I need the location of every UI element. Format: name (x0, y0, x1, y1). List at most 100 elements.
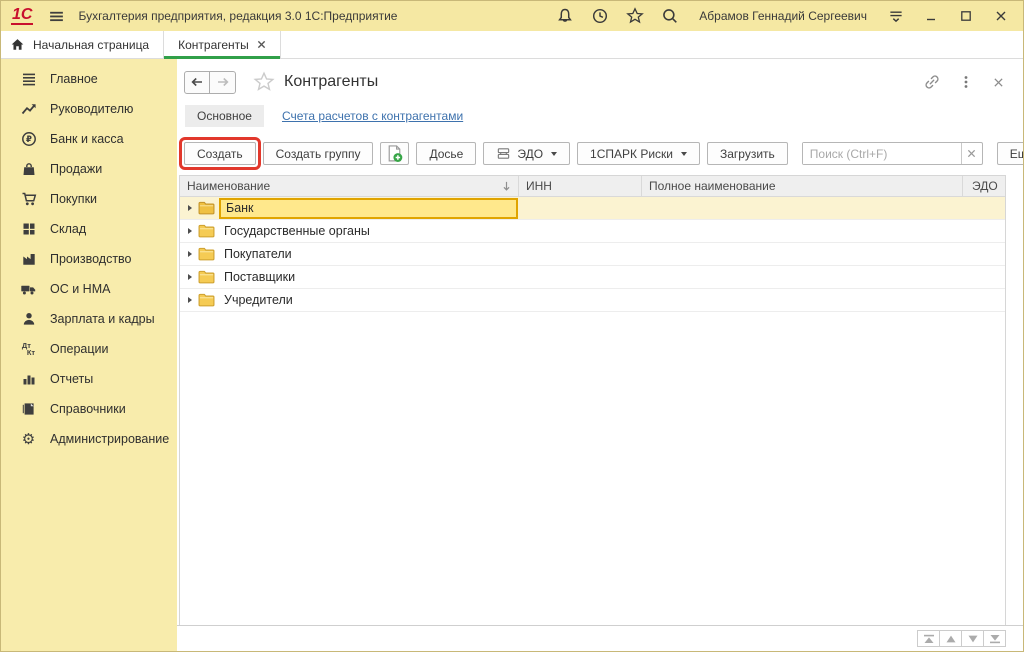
sidebar-item-purchases[interactable]: Покупки (1, 184, 177, 214)
history-icon[interactable] (590, 6, 610, 26)
add-to-favorites-star-icon[interactable] (253, 71, 275, 93)
sidebar-item-label: Главное (50, 72, 98, 86)
new-document-plus-icon (385, 144, 404, 163)
forward-button[interactable] (210, 72, 235, 93)
sidebar-item-label: Производство (50, 252, 132, 266)
tab-home-label: Начальная страница (33, 38, 149, 52)
close-form-icon[interactable] (992, 76, 1005, 89)
global-search-icon[interactable] (660, 6, 680, 26)
sidebar-item-main[interactable]: Главное (1, 64, 177, 94)
favorites-star-icon[interactable] (625, 6, 645, 26)
factory-icon (20, 251, 37, 268)
expand-triangle-icon[interactable] (188, 297, 192, 303)
more-actions-button[interactable]: Еще (997, 142, 1024, 165)
column-header-name[interactable]: Наименование (180, 176, 519, 196)
tab-home-page[interactable]: Начальная страница (1, 31, 164, 58)
more-menu-kebab-icon[interactable] (959, 74, 973, 90)
sidebar-item-catalogs[interactable]: Справочники (1, 394, 177, 424)
minimize-button[interactable] (921, 6, 941, 26)
sections-panel: Главное Руководителю ₽ Банк и касса Прод… (1, 59, 177, 651)
back-button[interactable] (185, 72, 210, 93)
create-group-button[interactable]: Создать группу (263, 142, 374, 165)
table-row-founders[interactable]: Учредители (180, 289, 1005, 312)
column-header-inn[interactable]: ИНН (519, 176, 642, 196)
sidebar-item-bank-cash[interactable]: ₽ Банк и касса (1, 124, 177, 154)
user-name[interactable]: Абрамов Геннадий Сергеевич (699, 9, 867, 23)
search-clear-icon[interactable] (961, 143, 982, 164)
edo-dropdown-button[interactable]: ЭДО (483, 142, 570, 165)
sidebar-item-payroll-hr[interactable]: Зарплата и кадры (1, 304, 177, 334)
expand-triangle-icon[interactable] (188, 251, 192, 257)
column-header-edo[interactable]: ЭДО (963, 176, 1005, 196)
dossier-button[interactable]: Досье (416, 142, 476, 165)
expand-triangle-icon[interactable] (188, 274, 192, 280)
search-input[interactable] (803, 143, 961, 164)
view-tab-main[interactable]: Основное (185, 105, 264, 127)
tab-close-icon[interactable] (257, 40, 266, 49)
search-box (802, 142, 983, 165)
sidebar-item-warehouse[interactable]: Склад (1, 214, 177, 244)
table-row-state-bodies[interactable]: Государственные органы (180, 220, 1005, 243)
sidebar-item-label: Зарплата и кадры (50, 312, 155, 326)
counterparties-form: Контрагенты Основное Счета расчетов с ко… (177, 59, 1023, 651)
1c-logo: 1С (11, 7, 33, 25)
go-to-top-button[interactable] (917, 630, 940, 647)
bar-chart-icon (20, 371, 37, 388)
expand-triangle-icon[interactable] (188, 205, 192, 211)
table-header: Наименование ИНН Полное наименование ЭДО (180, 176, 1005, 197)
go-to-bottom-button[interactable] (983, 630, 1006, 647)
sidebar-item-label: Продажи (50, 162, 102, 176)
sidebar-item-label: Администрирование (50, 432, 169, 446)
sidebar-item-fixed-assets[interactable]: ОС и НМА (1, 274, 177, 304)
trend-chart-icon (20, 101, 37, 118)
sidebar-item-sales[interactable]: Продажи (1, 154, 177, 184)
book-icon (20, 401, 37, 418)
sidebar-item-production[interactable]: Производство (1, 244, 177, 274)
svg-text:₽: ₽ (26, 135, 32, 145)
table-row-buyers[interactable]: Покупатели (180, 243, 1005, 266)
close-window-button[interactable] (991, 6, 1011, 26)
dt-kt-icon: ДтКт (20, 341, 37, 358)
sidebar-item-administration[interactable]: ⚙ Администрирование (1, 424, 177, 454)
selected-cell[interactable]: Банк (219, 198, 518, 219)
table-row-bank[interactable]: Банк (180, 197, 1005, 220)
notifications-bell-icon[interactable] (555, 6, 575, 26)
expand-triangle-icon[interactable] (188, 228, 192, 234)
sidebar-item-label: Покупки (50, 192, 97, 206)
create-new-element-icon-button[interactable] (380, 142, 409, 165)
settlement-accounts-link[interactable]: Счета расчетов с контрагентами (282, 109, 463, 123)
table-empty-area (180, 312, 1005, 625)
bag-icon (20, 161, 37, 178)
truck-icon (20, 281, 37, 298)
chevron-down-icon (551, 152, 557, 156)
folder-icon (198, 247, 215, 261)
open-windows-tabbar: Начальная страница Контрагенты (1, 31, 1023, 59)
sidebar-item-operations[interactable]: ДтКт Операции (1, 334, 177, 364)
table-row-suppliers[interactable]: Поставщики (180, 266, 1005, 289)
spark-risks-dropdown-button[interactable]: 1СПАРК Риски (577, 142, 700, 165)
table-footer-bar (177, 625, 1023, 651)
column-header-full-name[interactable]: Полное наименование (642, 176, 963, 196)
sidebar-item-reports[interactable]: Отчеты (1, 364, 177, 394)
application-window: 1С Бухгалтерия предприятия, редакция 3.0… (0, 0, 1024, 652)
chevron-down-icon (681, 152, 687, 156)
main-menu-icon[interactable] (46, 6, 66, 26)
get-link-icon[interactable] (924, 74, 940, 90)
command-bar: Создать Создать группу Досье ЭДО 1СПАРК … (184, 141, 1015, 166)
home-icon (10, 37, 25, 52)
create-button[interactable]: Создать (184, 142, 256, 165)
tab-counterparties[interactable]: Контрагенты (164, 31, 281, 58)
load-button[interactable]: Загрузить (707, 142, 788, 165)
cart-icon (20, 191, 37, 208)
maximize-button[interactable] (956, 6, 976, 26)
counterparties-table: Наименование ИНН Полное наименование ЭДО… (179, 175, 1006, 625)
move-up-button[interactable] (939, 630, 962, 647)
sidebar-item-manager[interactable]: Руководителю (1, 94, 177, 124)
window-title: Бухгалтерия предприятия, редакция 3.0 1С… (78, 9, 397, 23)
move-down-button[interactable] (961, 630, 984, 647)
sidebar-item-label: Справочники (50, 402, 126, 416)
page-title: Контрагенты (284, 73, 378, 91)
service-menu-icon[interactable] (886, 6, 906, 26)
menu-lines-icon (20, 71, 37, 88)
sidebar-item-label: Склад (50, 222, 86, 236)
